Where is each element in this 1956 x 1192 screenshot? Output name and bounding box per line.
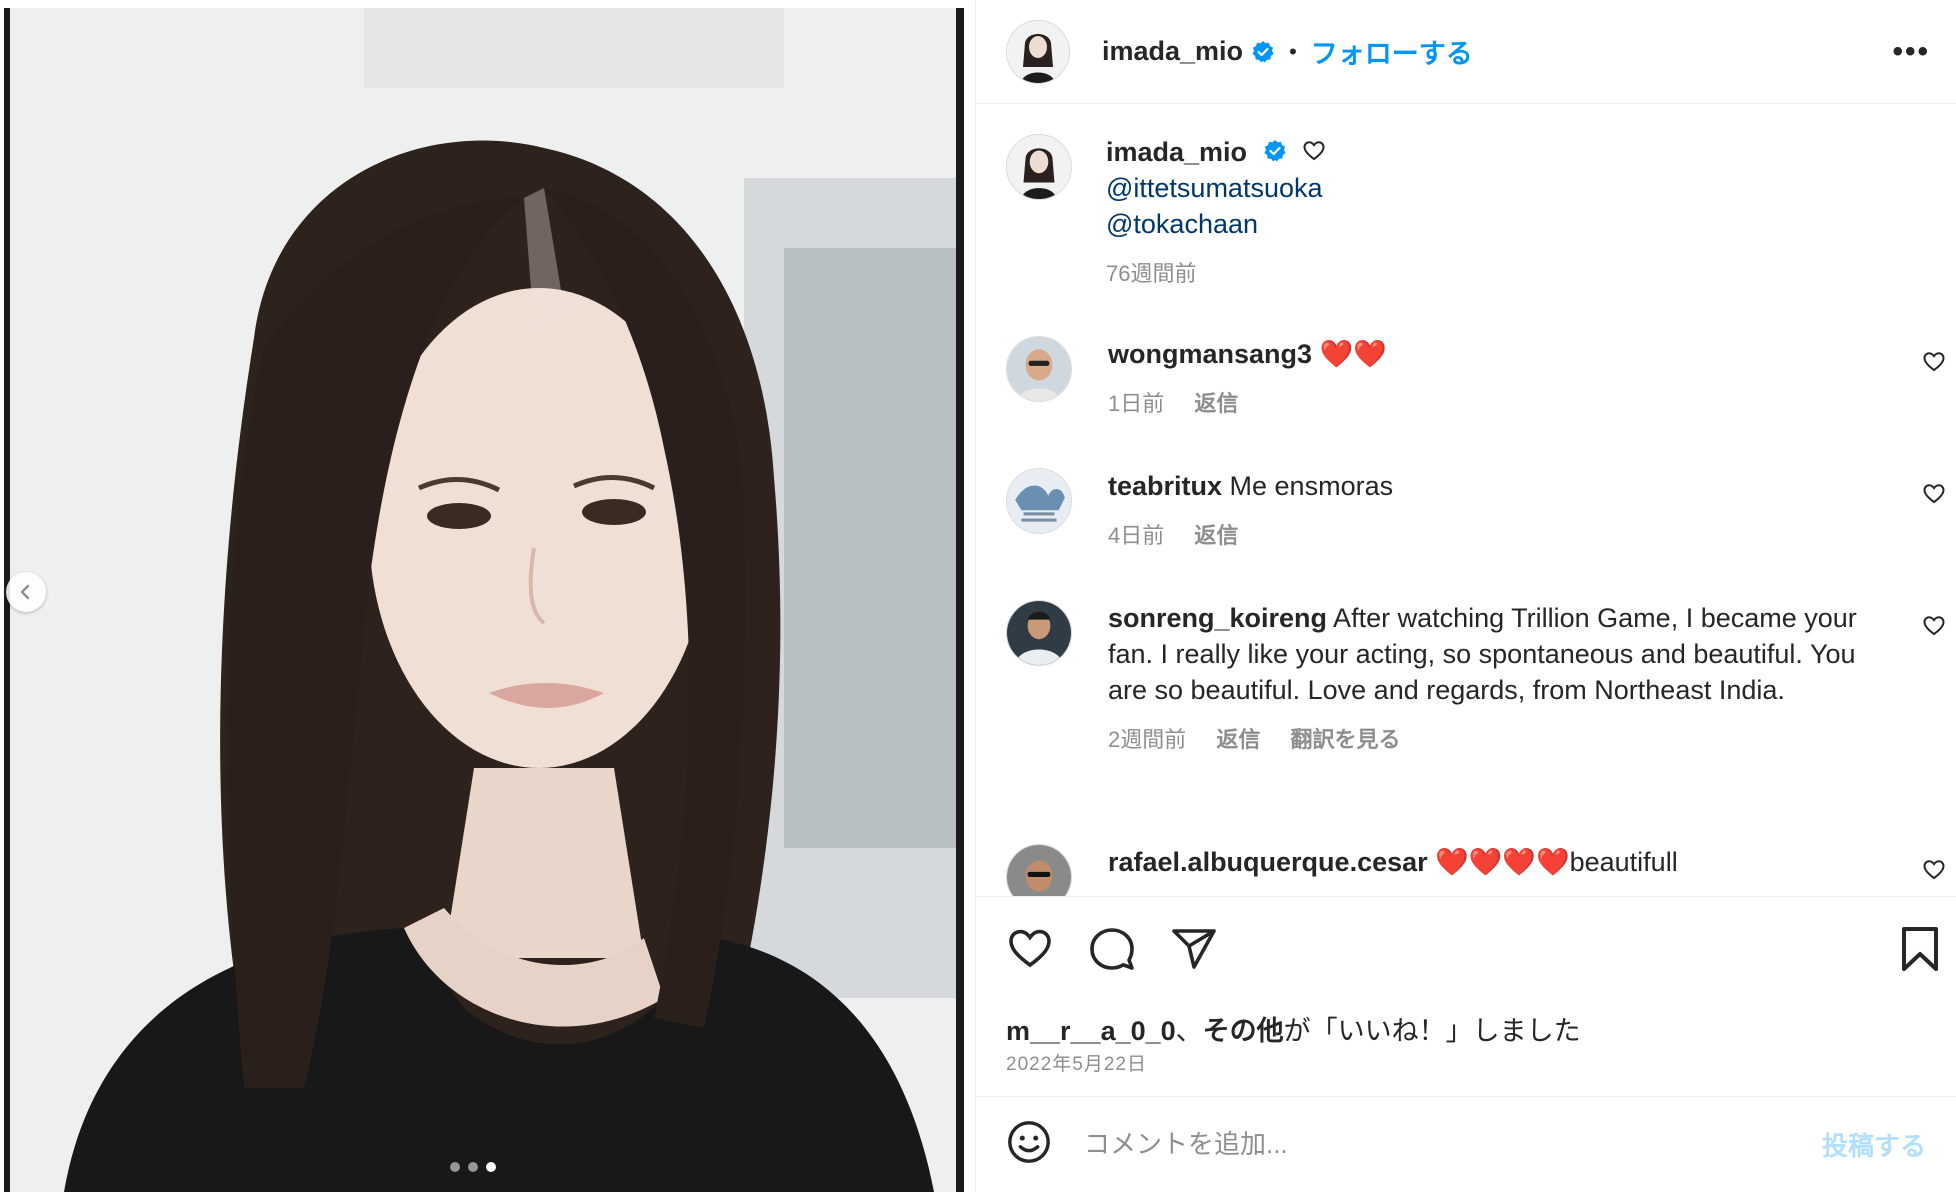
see-translation-button[interactable]: 翻訳を見る: [1291, 727, 1401, 752]
avatar[interactable]: [1006, 468, 1072, 534]
avatar-image: [1007, 337, 1071, 401]
caption-body: imada_mio @ittetsumatsuoka @tokachaan 76…: [1106, 134, 1866, 288]
comment-text: wongmansang3 ❤️❤️: [1108, 336, 1868, 372]
heart-icon[interactable]: [1302, 139, 1326, 163]
follow-button[interactable]: フォローする: [1311, 32, 1473, 71]
likes-user[interactable]: m__r__a_0_0: [1006, 1016, 1176, 1046]
carousel-dot: [468, 1162, 478, 1172]
comment-time[interactable]: 1日前: [1108, 391, 1164, 416]
instagram-post-modal: imada_mio • フォローする ••• imada_mio @ittets…: [0, 0, 1956, 1192]
comment-time[interactable]: 2週間前: [1108, 727, 1186, 752]
post-comment-button[interactable]: 投稿する: [1822, 1126, 1926, 1163]
comment-button[interactable]: [1088, 925, 1136, 978]
reply-button[interactable]: 返信: [1194, 391, 1238, 416]
carousel-dot-active: [486, 1162, 496, 1172]
post-photo[interactable]: [4, 8, 964, 1192]
caption-time[interactable]: 76週間前: [1106, 261, 1196, 286]
paper-plane-icon: [1172, 929, 1216, 969]
heart-icon[interactable]: [1922, 482, 1946, 506]
emoji-button[interactable]: [1006, 1119, 1052, 1170]
comment-username[interactable]: sonreng_koireng: [1108, 603, 1327, 633]
post-date[interactable]: 2022年5月22日: [1006, 1049, 1147, 1076]
post-actions: m__r__a_0_0、その他が「いいね！」しました 2022年5月22日: [976, 896, 1956, 1096]
likes-others[interactable]: その他: [1203, 1016, 1284, 1046]
comment-text: sonreng_koireng After watching Trillion …: [1108, 600, 1868, 708]
avatar[interactable]: [1006, 600, 1072, 666]
share-button[interactable]: [1170, 925, 1218, 978]
comment-time[interactable]: 4日前: [1108, 523, 1164, 548]
avatar-image: [1007, 469, 1071, 533]
carousel-dot: [450, 1162, 460, 1172]
caption-meta: 76週間前: [1106, 256, 1866, 288]
comment-meta: 2週間前 返信 翻訳を見る: [1108, 722, 1868, 754]
caption-username[interactable]: imada_mio: [1106, 137, 1247, 167]
comment-content: ❤️❤️❤️❤️beautifull: [1427, 847, 1678, 877]
avatar-image: [1007, 601, 1071, 665]
reply-button[interactable]: 返信: [1216, 727, 1260, 752]
comment-text: teabritux Me ensmoras: [1108, 468, 1868, 504]
post-media-pane: [0, 0, 975, 1192]
action-icons: [1006, 925, 1218, 978]
comment-username[interactable]: teabritux: [1108, 471, 1222, 501]
smiley-icon: [1008, 1121, 1050, 1163]
comment-body: teabritux Me ensmoras 4日前 返信: [1108, 468, 1868, 550]
verified-badge-icon: [1252, 40, 1274, 62]
carousel-indicator: [450, 1162, 496, 1172]
avatar[interactable]: [1006, 134, 1072, 200]
avatar-image: [1007, 135, 1071, 199]
comment-username[interactable]: rafael.albuquerque.cesar: [1108, 847, 1428, 877]
likes-summary: m__r__a_0_0、その他が「いいね！」しました: [1006, 1009, 1581, 1048]
comment-meta: 4日前 返信: [1108, 518, 1868, 550]
comment-item: wongmansang3 ❤️❤️ 1日前 返信: [1006, 336, 1956, 418]
comment-bubble-icon: [1090, 928, 1134, 970]
comment-text: rafael.albuquerque.cesar ❤️❤️❤️❤️beautif…: [1108, 844, 1868, 880]
post-side-panel: imada_mio • フォローする ••• imada_mio @ittets…: [975, 0, 1956, 1192]
comment-body: rafael.albuquerque.cesar ❤️❤️❤️❤️beautif…: [1108, 844, 1868, 896]
caption-mention[interactable]: @ittetsumatsuoka: [1106, 170, 1866, 206]
carousel-prev-button[interactable]: [6, 572, 46, 612]
save-button[interactable]: [1898, 925, 1942, 978]
comment-item: teabritux Me ensmoras 4日前 返信: [1006, 468, 1956, 550]
likes-separator: 、: [1175, 1016, 1203, 1046]
like-button[interactable]: [1006, 925, 1054, 978]
caption-item: imada_mio @ittetsumatsuoka @tokachaan 76…: [1006, 134, 1956, 288]
avatar[interactable]: [1006, 19, 1070, 84]
heart-icon[interactable]: [1922, 350, 1946, 374]
portrait-illustration: [4, 8, 964, 1192]
comment-meta: 1日前 返信: [1108, 386, 1868, 418]
comment-body: wongmansang3 ❤️❤️ 1日前 返信: [1108, 336, 1868, 418]
caption-text: imada_mio @ittetsumatsuoka @tokachaan: [1106, 134, 1866, 242]
heart-icon[interactable]: [1922, 614, 1946, 638]
comment-item: sonreng_koireng After watching Trillion …: [1006, 600, 1956, 754]
more-options-button[interactable]: •••: [1892, 35, 1930, 69]
comment-username[interactable]: wongmansang3: [1108, 339, 1312, 369]
comment-item: rafael.albuquerque.cesar ❤️❤️❤️❤️beautif…: [1006, 844, 1956, 896]
heart-icon: [1009, 929, 1051, 968]
comment-input[interactable]: [1082, 1128, 1766, 1161]
caption-mention[interactable]: @tokachaan: [1106, 206, 1866, 242]
comment-content: Me ensmoras: [1222, 471, 1394, 501]
bookmark-icon: [1902, 927, 1938, 971]
header-username[interactable]: imada_mio: [1102, 36, 1243, 67]
post-header: imada_mio • フォローする •••: [976, 0, 1956, 104]
comment-content: ❤️❤️: [1312, 339, 1387, 369]
likes-suffix: が「いいね！」しました: [1283, 1016, 1581, 1046]
reply-button[interactable]: 返信: [1194, 523, 1238, 548]
avatar[interactable]: [1006, 336, 1072, 402]
comment-body: sonreng_koireng After watching Trillion …: [1108, 600, 1868, 754]
comments-list[interactable]: imada_mio @ittetsumatsuoka @tokachaan 76…: [976, 104, 1956, 896]
header-separator: •: [1289, 38, 1297, 64]
add-comment-bar: 投稿する: [976, 1096, 1956, 1192]
avatar-image: [1007, 20, 1069, 83]
verified-badge-icon: [1263, 139, 1286, 162]
avatar[interactable]: [1006, 844, 1072, 896]
heart-icon[interactable]: [1922, 858, 1946, 882]
avatar-image: [1007, 845, 1071, 896]
chevron-left-icon: [20, 584, 30, 600]
